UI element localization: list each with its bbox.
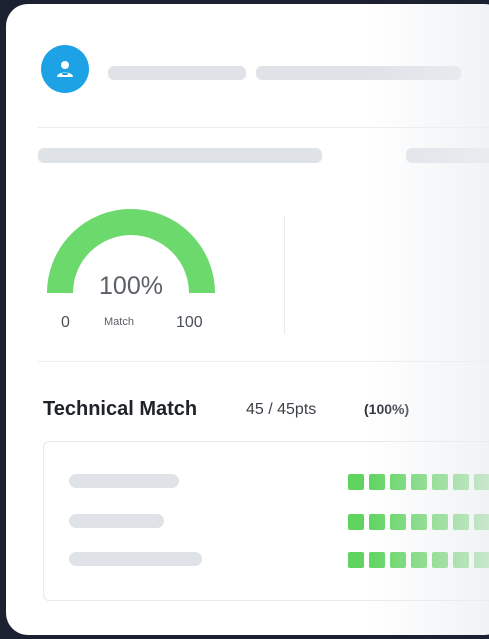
- match-card: 100% 0 Match 100 Technical Match 45 / 45…: [6, 4, 489, 635]
- score-blocks-row-2: [348, 514, 489, 530]
- score-block: [474, 474, 489, 490]
- avatar[interactable]: [41, 45, 89, 93]
- score-block: [390, 474, 406, 490]
- score-block: [411, 552, 427, 568]
- section-divider: [38, 361, 489, 362]
- gauge-caption: Match: [104, 316, 134, 328]
- technical-points: 45 / 45pts: [246, 401, 317, 418]
- score-block: [348, 552, 364, 568]
- score-block: [432, 552, 448, 568]
- score-block: [390, 552, 406, 568]
- gauge-divider: [284, 216, 285, 334]
- header-placeholder-2: [256, 66, 461, 80]
- score-blocks-row-1: [348, 474, 489, 490]
- score-block: [453, 552, 469, 568]
- technical-percent: (100%): [364, 401, 410, 417]
- score-block: [453, 474, 469, 490]
- header-divider: [38, 127, 489, 128]
- score-block: [411, 514, 427, 530]
- score-block: [453, 514, 469, 530]
- score-blocks-row-3: [348, 552, 489, 568]
- gauge-value: 100%: [99, 272, 163, 300]
- score-block: [474, 514, 489, 530]
- gauge-max-label: 100: [176, 314, 203, 331]
- score-block: [411, 474, 427, 490]
- score-block: [348, 514, 364, 530]
- row-label-placeholder-2: [69, 514, 164, 528]
- header-placeholder-1: [108, 66, 246, 80]
- score-block: [348, 474, 364, 490]
- score-block: [369, 552, 385, 568]
- user-icon: [57, 61, 73, 77]
- gauge-min-label: 0: [61, 314, 70, 331]
- score-block: [432, 514, 448, 530]
- subheader-placeholder-2: [406, 148, 489, 163]
- row-label-placeholder-1: [69, 474, 179, 488]
- technical-match-title: Technical Match: [43, 398, 198, 420]
- score-block: [390, 514, 406, 530]
- subheader-placeholder-1: [38, 148, 322, 163]
- score-block: [474, 552, 489, 568]
- score-block: [369, 474, 385, 490]
- row-label-placeholder-3: [69, 552, 202, 566]
- score-block: [432, 474, 448, 490]
- score-block: [369, 514, 385, 530]
